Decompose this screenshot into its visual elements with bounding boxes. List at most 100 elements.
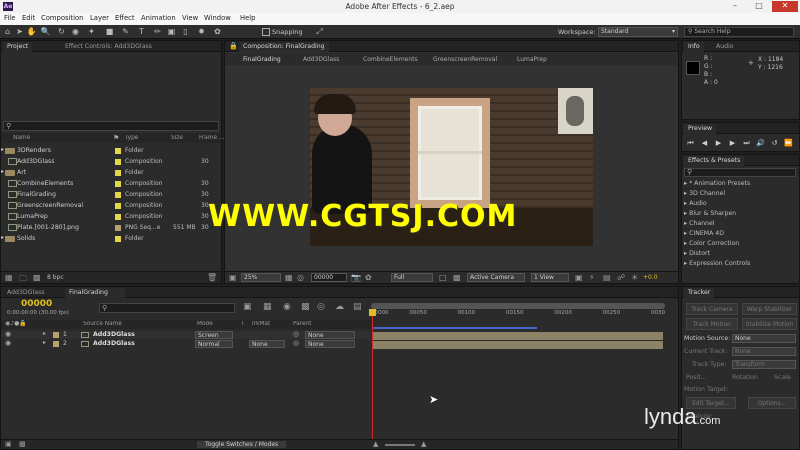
label-color-swatch[interactable] bbox=[115, 170, 121, 176]
home-icon[interactable]: ⌂ bbox=[2, 27, 13, 37]
menu-view[interactable]: View bbox=[182, 14, 198, 22]
puppet-tool-icon[interactable]: ✿ bbox=[212, 27, 223, 37]
zoom-out-mountain-icon[interactable]: ▲ bbox=[373, 440, 378, 448]
nav-lumaprep[interactable]: LumaPrep bbox=[517, 56, 547, 63]
expand-modes-icon[interactable]: ▩ bbox=[19, 440, 26, 448]
audio-icon[interactable]: 🔊 bbox=[756, 139, 765, 148]
current-time-display[interactable]: 00000 bbox=[311, 273, 347, 282]
time-ruler[interactable]: 00000 00050 00100 00150 00200 00250 0030 bbox=[371, 301, 667, 331]
eraser-tool-icon[interactable]: ▯ bbox=[180, 27, 191, 37]
pan-behind-tool-icon[interactable]: ✦ bbox=[86, 27, 97, 37]
first-frame-icon[interactable]: ⏮ bbox=[686, 139, 695, 148]
type-tool-icon[interactable]: T bbox=[136, 27, 147, 37]
bit-depth[interactable]: 8 bpc bbox=[47, 274, 64, 281]
expand-arrow-icon[interactable]: ▸ bbox=[43, 330, 46, 337]
snapshot-icon[interactable]: 📷 bbox=[351, 273, 361, 282]
layer-mode-select[interactable]: Screen bbox=[195, 331, 233, 339]
effects-search-input[interactable]: ⚲ bbox=[684, 168, 796, 177]
project-item[interactable]: FinalGrading Composition 30 bbox=[1, 189, 221, 200]
col-parent[interactable]: Parent bbox=[293, 321, 312, 327]
graph-editor-icon[interactable]: ▤ bbox=[353, 302, 362, 312]
view-layout-select[interactable]: 1 View bbox=[531, 273, 569, 282]
maximize-icon[interactable]: □ bbox=[748, 1, 770, 12]
frame-blending-icon[interactable]: ▩ bbox=[301, 302, 310, 312]
always-preview-icon[interactable]: ▣ bbox=[229, 273, 237, 282]
new-composition-icon[interactable]: ▩ bbox=[33, 273, 41, 282]
effects-category[interactable]: ▸ Distort bbox=[684, 250, 796, 260]
menu-help[interactable]: Help bbox=[240, 14, 256, 22]
timeline-layer-row[interactable]: ◉ ▸ 2 Add3DGlass Normal None ◎ None bbox=[1, 339, 371, 348]
visibility-eye-icon[interactable]: ◉ bbox=[5, 330, 11, 338]
effects-category[interactable]: ▸ Expression Controls bbox=[684, 260, 796, 270]
label-color-swatch[interactable] bbox=[53, 341, 59, 347]
mask-visibility-icon[interactable]: ◎ bbox=[297, 273, 304, 282]
fast-preview-icon[interactable]: ⚡ bbox=[589, 273, 595, 282]
menu-animation[interactable]: Animation bbox=[141, 14, 176, 22]
motion-blur-icon[interactable]: ◎ bbox=[317, 302, 325, 312]
col-trkmat[interactable]: TrkMat bbox=[251, 321, 270, 327]
col-frame[interactable]: Frame ... bbox=[199, 135, 224, 141]
nav-combineelements[interactable]: CombineElements bbox=[363, 56, 418, 63]
new-folder-icon[interactable]: 🗀 bbox=[19, 273, 27, 287]
tab-composition[interactable]: Composition: FinalGrading bbox=[239, 42, 329, 52]
tab-info[interactable]: Info bbox=[684, 42, 704, 52]
region-of-interest-icon[interactable]: □ bbox=[439, 273, 447, 282]
toggle-switches-modes-button[interactable]: Toggle Switches / Modes bbox=[197, 441, 287, 448]
comp-mini-flowchart-icon[interactable]: ▣ bbox=[243, 302, 252, 312]
interpret-footage-icon[interactable]: ▦ bbox=[5, 273, 13, 282]
timeline-search-input[interactable]: ⚲ bbox=[99, 303, 235, 313]
work-area-bar[interactable] bbox=[373, 327, 537, 329]
reset-exposure-icon[interactable]: ☀ bbox=[631, 273, 638, 282]
project-item[interactable]: Plate.[001-280].png PNG Seq...e 551 MB 30 bbox=[1, 222, 221, 233]
expand-layer-switches-icon[interactable]: ▣ bbox=[5, 440, 12, 448]
label-color-swatch[interactable] bbox=[115, 148, 121, 154]
current-time-indicator[interactable] bbox=[372, 311, 373, 447]
nav-finalgrading[interactable]: FinalGrading bbox=[243, 56, 281, 63]
timeline-timecode[interactable]: 00000 bbox=[21, 299, 52, 309]
zoom-select[interactable]: 25% bbox=[241, 273, 281, 282]
project-item[interactable]: LumaPrep Composition 30 bbox=[1, 211, 221, 222]
menu-layer[interactable]: Layer bbox=[90, 14, 109, 22]
timeline-zoom-slider[interactable] bbox=[385, 444, 415, 446]
project-item[interactable]: CombineElements Composition 30 bbox=[1, 178, 221, 189]
search-help-input[interactable]: ⚲ Search Help bbox=[684, 27, 794, 37]
project-search-input[interactable]: ⚲ bbox=[3, 121, 219, 131]
label-color-swatch[interactable] bbox=[115, 159, 121, 165]
label-color-swatch[interactable] bbox=[53, 332, 59, 338]
flowchart-icon[interactable]: ☍ bbox=[617, 273, 625, 282]
workspace-select[interactable]: Standard ▾ bbox=[598, 27, 678, 37]
tab-effect-controls[interactable]: Effect Controls: Add3DGlass bbox=[61, 42, 211, 52]
effects-category[interactable]: ▸ * Animation Presets bbox=[684, 180, 796, 190]
camera-tool-icon[interactable]: ◉ bbox=[70, 27, 81, 37]
snap-options-icon[interactable]: ⤢ bbox=[314, 27, 325, 37]
project-item[interactable]: GreenscreenRemoval Composition 30 bbox=[1, 200, 221, 211]
rotation-checkbox[interactable]: Rotation bbox=[732, 374, 758, 381]
grid-icon[interactable]: ▦ bbox=[285, 273, 293, 282]
show-channel-icon[interactable]: ✿ bbox=[365, 273, 372, 282]
rectangle-tool-icon[interactable]: ■ bbox=[104, 27, 115, 37]
position-checkbox[interactable]: Posit... bbox=[686, 374, 707, 381]
label-color-swatch[interactable] bbox=[115, 214, 121, 220]
zoom-tool-icon[interactable]: 🔍 bbox=[40, 27, 51, 37]
layer-trkmat-select[interactable]: None bbox=[249, 340, 285, 348]
previous-frame-icon[interactable]: ◀ bbox=[700, 139, 709, 148]
resolution-select[interactable]: Full bbox=[391, 273, 433, 282]
parent-pickwhip-icon[interactable]: ◎ bbox=[293, 339, 299, 347]
layer-name[interactable]: Add3DGlass bbox=[93, 331, 135, 338]
expand-arrow-icon[interactable]: ▸ bbox=[1, 146, 4, 153]
layer-bar-1[interactable] bbox=[373, 332, 663, 340]
label-color-swatch[interactable] bbox=[115, 225, 121, 231]
options-button[interactable]: Options... bbox=[748, 397, 796, 409]
warp-stabilizer-button[interactable]: Warp Stabilizer bbox=[742, 303, 797, 315]
clone-stamp-tool-icon[interactable]: ▣ bbox=[166, 27, 177, 37]
layer-parent-select[interactable]: None bbox=[305, 340, 355, 348]
brush-tool-icon[interactable]: ✏ bbox=[152, 27, 163, 37]
tab-project[interactable]: Project bbox=[3, 42, 33, 52]
stabilize-motion-button[interactable]: Stabilize Motion bbox=[742, 318, 797, 330]
label-color-swatch[interactable] bbox=[115, 236, 121, 242]
effects-category[interactable]: ▸ Audio bbox=[684, 200, 796, 210]
tab-tracker[interactable]: Tracker bbox=[684, 288, 715, 298]
menu-edit[interactable]: Edit bbox=[22, 14, 35, 22]
hide-shy-layers-icon[interactable]: ◉ bbox=[283, 302, 291, 312]
label-color-swatch[interactable] bbox=[115, 181, 121, 187]
